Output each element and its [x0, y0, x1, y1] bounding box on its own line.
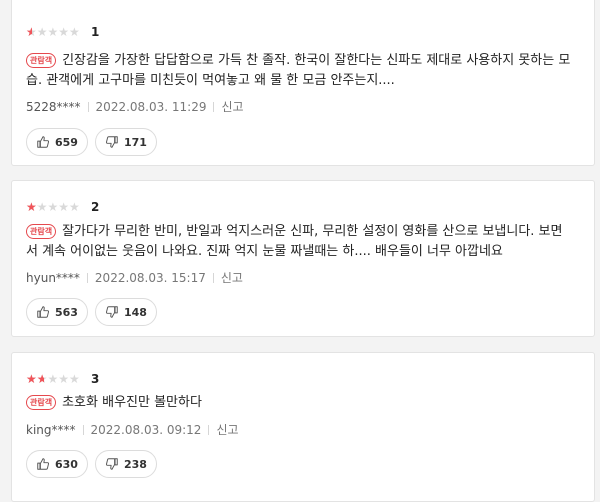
- audience-badge: 관람객: [26, 53, 57, 68]
- rating: ★★★★★ ★★★★★ 3: [26, 372, 99, 386]
- star-rating: ★★★★★ ★★★★★: [26, 26, 86, 38]
- rating: ★★★★★ ★★★★★ 2: [26, 200, 99, 214]
- star-rating: ★★★★★ ★★★★★: [26, 201, 86, 213]
- report-link[interactable]: 신고: [216, 421, 238, 438]
- report-link[interactable]: 신고: [221, 269, 243, 286]
- review-body: 초호화 배우진만 볼만하다: [62, 395, 202, 410]
- like-count: 563: [55, 305, 78, 319]
- rating-score: 1: [91, 25, 100, 39]
- review-meta: king**** 2022.08.03. 09:12 신고: [26, 421, 239, 438]
- dislike-button[interactable]: 171: [95, 128, 157, 156]
- thumbs-down-icon: [105, 306, 118, 318]
- vote-buttons: 659 171: [26, 128, 164, 156]
- review-meta: hyun**** 2022.08.03. 15:17 신고: [26, 269, 243, 286]
- divider: [82, 424, 84, 435]
- thumbs-down-icon: [105, 136, 118, 148]
- review-card: ★★★★★ ★★★★★ 3 관람객 초호화 배우진만 볼만하다 king**** …: [11, 352, 595, 502]
- divider: [208, 424, 210, 435]
- vote-buttons: 630 238: [26, 450, 164, 478]
- thumbs-up-icon: [37, 458, 50, 470]
- review-meta: 5228**** 2022.08.03. 11:29 신고: [26, 98, 244, 115]
- audience-badge: 관람객: [26, 224, 57, 239]
- thumbs-up-icon: [37, 136, 50, 148]
- rating: ★★★★★ ★★★★★ 1: [26, 25, 99, 39]
- dislike-button[interactable]: 148: [95, 298, 157, 326]
- star-rating: ★★★★★ ★★★★★: [26, 373, 86, 385]
- like-button[interactable]: 630: [26, 450, 88, 478]
- user-id: 5228****: [26, 99, 81, 114]
- dislike-button[interactable]: 238: [95, 450, 157, 478]
- user-id: hyun****: [26, 270, 80, 285]
- divider: [213, 101, 215, 112]
- review-date: 2022.08.03. 11:29: [95, 99, 207, 114]
- review-body: 잘가다가 무리한 반미, 반일과 억지스러운 신파, 무리한 설정이 영화를 산…: [26, 224, 563, 259]
- review-date: 2022.08.03. 15:17: [94, 270, 206, 285]
- divider: [86, 272, 88, 283]
- like-count: 630: [55, 457, 78, 471]
- review-text: 관람객 긴장감을 가장한 답답함으로 가득 찬 졸작. 한국이 잘한다는 신파도 …: [26, 51, 574, 91]
- star-icon: ★★★★★: [26, 201, 38, 213]
- star-icon: ★★★★★: [26, 26, 32, 38]
- rating-score: 2: [91, 200, 100, 214]
- star-icon: ★★★★★: [26, 25, 80, 39]
- vote-buttons: 563 148: [26, 298, 164, 326]
- like-button[interactable]: 563: [26, 298, 88, 326]
- rating-score: 3: [91, 372, 100, 386]
- review-card: ★★★★★ ★★★★★ 2 관람객잘가다가 무리한 반미, 반일과 억지스러운 …: [11, 180, 595, 337]
- dislike-count: 171: [124, 135, 147, 149]
- review-body: 긴장감을 가장한 답답함으로 가득 찬 졸작. 한국이 잘한다는 신파도 제대로…: [26, 53, 571, 88]
- audience-badge: 관람객: [26, 395, 57, 410]
- dislike-count: 148: [124, 305, 147, 319]
- like-button[interactable]: 659: [26, 128, 88, 156]
- review-date: 2022.08.03. 09:12: [90, 422, 202, 437]
- report-link[interactable]: 신고: [221, 98, 243, 115]
- divider: [87, 101, 89, 112]
- review-card: ★★★★★ ★★★★★ 1 관람객긴장감을 가장한 답답함으로 가득 찬 졸작.…: [11, 0, 595, 166]
- divider: [212, 272, 214, 283]
- review-text: 관람객 초호화 배우진만 볼만하다: [26, 393, 574, 413]
- thumbs-up-icon: [37, 306, 50, 318]
- thumbs-down-icon: [105, 458, 118, 470]
- dislike-count: 238: [124, 457, 147, 471]
- star-icon: ★★★★★: [26, 373, 44, 385]
- review-text: 관람객 잘가다가 무리한 반미, 반일과 억지스러운 신파, 무리한 설정이 영화…: [26, 222, 574, 262]
- like-count: 659: [55, 135, 78, 149]
- user-id: king****: [26, 422, 76, 437]
